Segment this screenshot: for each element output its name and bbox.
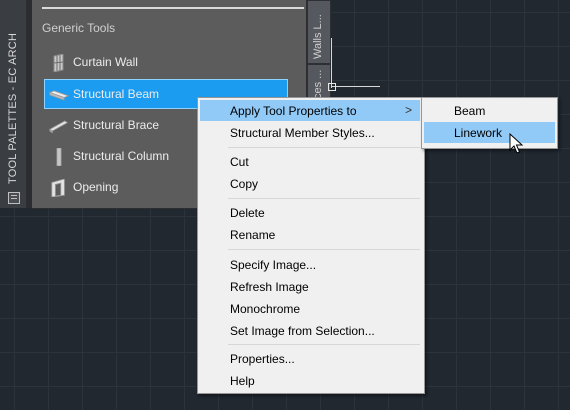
submenu-item-linework[interactable]: Linework bbox=[424, 122, 555, 143]
tool-curtain-wall[interactable]: Curtain Wall bbox=[45, 48, 289, 76]
tool-label: Structural Beam bbox=[73, 87, 160, 101]
menu-item-specify-image[interactable]: Specify Image... bbox=[200, 254, 420, 275]
palette-title: TOOL PALETTES - EC ARCH bbox=[7, 32, 19, 184]
palette-top-divider bbox=[42, 7, 304, 9]
menu-item-delete[interactable]: Delete bbox=[200, 202, 420, 223]
menu-item-label: Specify Image... bbox=[230, 258, 317, 272]
structural-beam-icon bbox=[49, 90, 69, 101]
menu-item-label: Properties... bbox=[230, 352, 295, 366]
menu-item-apply-tool-properties[interactable]: Apply Tool Properties to > bbox=[200, 100, 420, 121]
structural-brace-icon bbox=[49, 120, 69, 134]
menu-item-label: Set Image from Selection... bbox=[230, 324, 375, 338]
structural-column-icon bbox=[56, 148, 62, 166]
menu-item-label: Monochrome bbox=[230, 302, 301, 316]
menu-separator bbox=[228, 344, 420, 345]
crosshair-vertical bbox=[331, 38, 332, 88]
tool-label: Opening bbox=[73, 180, 119, 194]
menu-item-label: Copy bbox=[230, 177, 259, 191]
menu-item-label: Help bbox=[230, 374, 255, 388]
menu-item-rename[interactable]: Rename bbox=[200, 224, 420, 245]
crosshair-pickbox bbox=[328, 83, 336, 91]
palette-menu-icon[interactable] bbox=[8, 192, 20, 204]
menu-item-copy[interactable]: Copy bbox=[200, 173, 420, 194]
crosshair-horizontal bbox=[332, 86, 380, 87]
menu-item-label: Delete bbox=[230, 206, 265, 220]
curtain-wall-icon bbox=[53, 54, 64, 72]
menu-item-cut[interactable]: Cut bbox=[200, 151, 420, 172]
menu-item-label: Cut bbox=[230, 155, 249, 169]
menu-item-structural-member-styles[interactable]: Structural Member Styles... bbox=[200, 122, 420, 143]
tab-label: Walls L... bbox=[312, 14, 324, 59]
menu-separator bbox=[228, 249, 420, 250]
menu-item-label: Apply Tool Properties to bbox=[230, 104, 357, 118]
menu-item-label: Structural Member Styles... bbox=[230, 126, 375, 140]
palette-title-bar[interactable]: TOOL PALETTES - EC ARCH bbox=[0, 0, 27, 208]
menu-item-set-image-from-selection[interactable]: Set Image from Selection... bbox=[200, 320, 420, 341]
submenu-item-beam[interactable]: Beam bbox=[424, 100, 555, 121]
tab-walls[interactable]: Walls L... bbox=[307, 0, 331, 64]
menu-item-monochrome[interactable]: Monochrome bbox=[200, 298, 420, 319]
tool-label: Curtain Wall bbox=[73, 55, 138, 69]
menu-item-label: Linework bbox=[454, 126, 503, 140]
opening-icon bbox=[51, 179, 65, 197]
mouse-pointer-icon bbox=[509, 133, 524, 154]
menu-item-help[interactable]: Help bbox=[200, 370, 420, 391]
tool-label: Structural Column bbox=[73, 149, 170, 163]
tool-label: Structural Brace bbox=[73, 118, 160, 132]
group-header: Generic Tools bbox=[42, 21, 116, 35]
menu-item-properties[interactable]: Properties... bbox=[200, 348, 420, 369]
menu-item-refresh-image[interactable]: Refresh Image bbox=[200, 276, 420, 297]
tab-label: ces ... bbox=[312, 69, 324, 99]
menu-item-label: Beam bbox=[454, 104, 486, 118]
menu-separator bbox=[228, 198, 420, 199]
submenu: Beam Linework bbox=[421, 97, 558, 149]
menu-item-label: Refresh Image bbox=[230, 280, 309, 294]
menu-separator bbox=[228, 147, 420, 148]
context-menu: Apply Tool Properties to > Structural Me… bbox=[197, 97, 425, 394]
menu-item-label: Rename bbox=[230, 228, 276, 242]
submenu-arrow-icon: > bbox=[404, 103, 412, 117]
